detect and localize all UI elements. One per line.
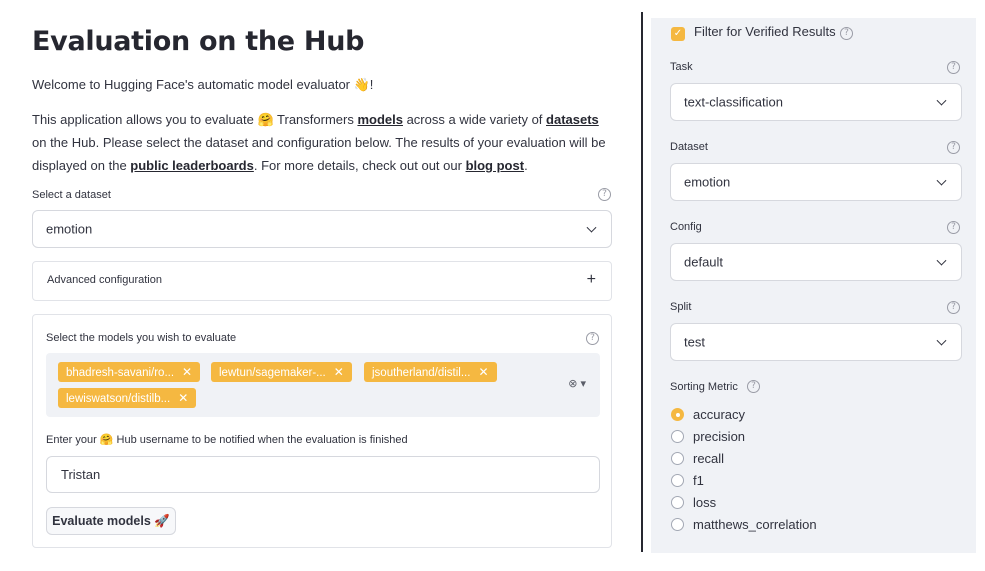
advanced-configuration-expander[interactable]: Advanced configuration + xyxy=(32,261,612,301)
model-tag: lewiswatson/distilb... ✕ xyxy=(58,388,197,408)
datasets-link[interactable]: datasets xyxy=(546,112,599,127)
sidebar-dataset-label: Dataset xyxy=(670,141,708,153)
vertical-divider xyxy=(641,12,643,552)
model-tag-label: lewtun/sagemaker-... xyxy=(219,367,326,379)
sidebar: ✓ Filter for Verified Results ? Task ? t… xyxy=(651,18,976,553)
help-circle-icon[interactable]: ? xyxy=(840,27,853,40)
chevron-down-icon xyxy=(936,255,947,266)
help-circle-icon[interactable]: ? xyxy=(947,221,960,234)
multiselect-controls: ⊗ ▾ xyxy=(568,377,586,390)
split-select[interactable]: test xyxy=(670,323,962,361)
verified-results-checkbox[interactable]: ✓ xyxy=(671,27,685,41)
chevron-down-icon xyxy=(586,222,597,233)
model-tag: lewtun/sagemaker-... ✕ xyxy=(211,362,352,382)
welcome-text: Welcome to Hugging Face's automatic mode… xyxy=(32,77,374,92)
clear-circle-icon[interactable]: ⊗ xyxy=(568,378,577,390)
metric-label: recall xyxy=(693,451,725,466)
username-input-value: Tristan xyxy=(61,467,101,482)
intro-text-4: . For more details, check out out our xyxy=(253,158,466,173)
help-circle-icon[interactable]: ? xyxy=(947,141,960,154)
username-input[interactable]: Tristan xyxy=(46,456,600,493)
close-icon[interactable]: ✕ xyxy=(478,362,488,382)
dataset-select-label: Select a dataset xyxy=(32,189,111,201)
radio-dot xyxy=(671,408,684,421)
plus-icon: + xyxy=(586,271,596,288)
config-select[interactable]: default xyxy=(670,243,962,281)
username-label: Enter your 🤗 Hub username to be notified… xyxy=(46,434,408,446)
chevron-down-icon xyxy=(936,335,947,346)
task-label: Task xyxy=(670,61,693,73)
metric-label: loss xyxy=(693,495,717,510)
model-selection-card: Select the models you wish to evaluate ?… xyxy=(32,314,612,548)
models-link[interactable]: models xyxy=(357,112,403,127)
split-select-value: test xyxy=(684,334,705,350)
sorting-metric-label: Sorting Metric xyxy=(670,381,738,393)
help-circle-icon[interactable]: ? xyxy=(747,380,760,393)
task-select-value: text-classification xyxy=(684,94,783,110)
chevron-down-icon xyxy=(936,175,947,186)
help-circle-icon[interactable]: ? xyxy=(947,301,960,314)
intro-paragraph: This application allows you to evaluate … xyxy=(32,108,612,177)
close-icon[interactable]: ✕ xyxy=(178,388,188,408)
page-title: Evaluation on the Hub xyxy=(32,26,365,57)
help-circle-icon[interactable]: ? xyxy=(586,332,599,345)
evaluate-models-button[interactable]: Evaluate models 🚀 xyxy=(46,507,176,535)
metric-label: matthews_correlation xyxy=(693,517,817,532)
metric-label: accuracy xyxy=(693,407,746,422)
metric-label: f1 xyxy=(693,473,704,488)
radio-dot xyxy=(671,496,684,509)
verified-results-label-text: Filter for Verified Results xyxy=(694,24,836,39)
verified-results-label: Filter for Verified Results xyxy=(694,24,836,39)
metric-label: precision xyxy=(693,429,746,444)
model-tag-label: lewiswatson/distilb... xyxy=(66,393,171,405)
config-select-value: default xyxy=(684,254,724,270)
model-tag: bhadresh-savani/ro... ✕ xyxy=(58,362,201,382)
model-tag-label: jsoutherland/distil... xyxy=(372,367,471,379)
advanced-configuration-label: Advanced configuration xyxy=(47,274,162,286)
radio-dot xyxy=(671,518,684,531)
intro-text-1: This application allows you to evaluate … xyxy=(32,112,358,127)
sidebar-dataset-select[interactable]: emotion xyxy=(670,163,962,201)
radio-dot xyxy=(671,430,684,443)
intro-text-2: across a wide variety of xyxy=(402,112,547,127)
dataset-select[interactable]: emotion xyxy=(32,210,612,248)
model-tag: jsoutherland/distil... ✕ xyxy=(364,362,497,382)
models-select-label: Select the models you wish to evaluate xyxy=(46,332,237,344)
caret-down-icon[interactable]: ▾ xyxy=(580,378,586,390)
config-label: Config xyxy=(670,221,702,233)
task-select[interactable]: text-classification xyxy=(670,83,962,121)
radio-dot xyxy=(671,474,684,487)
model-tag-label: bhadresh-savani/ro... xyxy=(66,367,175,379)
close-icon[interactable]: ✕ xyxy=(182,362,192,382)
dataset-select-value: emotion xyxy=(46,221,93,237)
sidebar-dataset-value: emotion xyxy=(684,174,731,190)
leaderboards-link[interactable]: public leaderboards xyxy=(130,158,254,173)
close-icon[interactable]: ✕ xyxy=(334,362,344,382)
help-circle-icon[interactable]: ? xyxy=(947,61,960,74)
models-multiselect[interactable]: bhadresh-savani/ro... ✕ lewtun/sagemaker-… xyxy=(46,353,600,417)
intro-text-5: . xyxy=(524,158,528,173)
blog-post-link[interactable]: blog post xyxy=(466,158,525,173)
help-circle-icon[interactable]: ? xyxy=(598,188,611,201)
radio-dot xyxy=(671,452,684,465)
split-label: Split xyxy=(670,301,692,313)
chevron-down-icon xyxy=(936,95,947,106)
